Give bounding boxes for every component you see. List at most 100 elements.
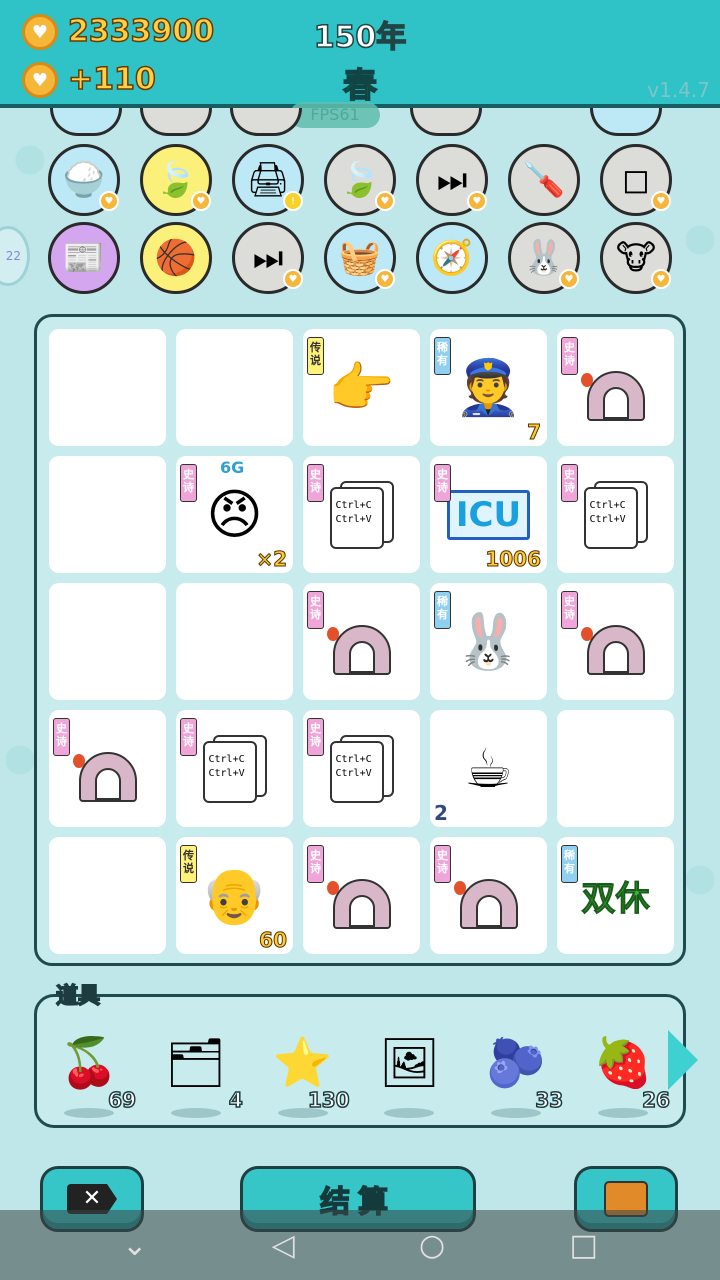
income-coin-icon: ♥ xyxy=(22,62,58,98)
rarity-tag: 稀有 xyxy=(434,591,451,629)
board-cell[interactable]: 史诗 6G 😠 ×2 xyxy=(176,456,293,573)
rabbit-icon[interactable]: 🐰 ♥ xyxy=(508,222,580,294)
scroll-right-icon[interactable] xyxy=(668,1030,698,1090)
fruit-basket-icon[interactable]: 🧺 ♥ xyxy=(324,222,396,294)
tent-icon xyxy=(580,353,651,423)
rarity-tag: 稀有 xyxy=(434,337,451,375)
printer-icon[interactable]: 🖨! xyxy=(232,144,304,216)
rarity-tag: 史诗 xyxy=(561,464,578,502)
rarity-tag: 传说 xyxy=(180,845,197,883)
board-cell[interactable] xyxy=(49,583,166,700)
board-cell[interactable]: 史诗 Ctrl+C Ctrl+V xyxy=(176,710,293,827)
item-star[interactable]: ⭐ 130 xyxy=(260,1020,350,1118)
heart-icon: ♥ xyxy=(375,269,395,289)
leaf-icon[interactable]: 🍃 ♥ xyxy=(140,144,212,216)
board-cell[interactable]: 史诗 xyxy=(430,837,547,954)
sugar-cubes-icon[interactable]: ◻ ♥ xyxy=(600,144,672,216)
rarity-tag: 史诗 xyxy=(434,464,451,502)
item-count: 60 xyxy=(259,928,288,953)
basketballs-icon[interactable]: 🏀 xyxy=(140,222,212,294)
item-rare-cards[interactable]: 🗂 4 xyxy=(153,1020,244,1118)
board-cell[interactable]: 史诗 Ctrl+C Ctrl+V xyxy=(303,456,420,573)
police-face-icon: 👮 xyxy=(454,355,523,419)
leaf-icon[interactable]: 🍃 ♥ xyxy=(324,144,396,216)
season-label: 春 xyxy=(342,65,378,107)
rarity-tag: 史诗 xyxy=(53,718,70,756)
board-cell[interactable]: 史诗 xyxy=(303,837,420,954)
board-cell[interactable] xyxy=(49,837,166,954)
top-bar: ♥ 2333900 ♥ +110 150年 春 v1.4.7 xyxy=(0,0,720,108)
ctrl-cv-icon: Ctrl+C Ctrl+V xyxy=(583,480,648,549)
item-count: 33 xyxy=(535,1087,564,1113)
board-cell[interactable] xyxy=(49,456,166,573)
coin-total: 2333900 xyxy=(67,13,215,50)
item-count: 7 xyxy=(527,420,542,445)
rarity-tag: 史诗 xyxy=(561,337,578,375)
screwdriver-icon[interactable]: 🪛 xyxy=(508,144,580,216)
item-count: 2 xyxy=(434,801,448,825)
item-strawberry[interactable]: 🍓 26 xyxy=(580,1020,671,1118)
rice-bowl-icon[interactable]: 🍚 ♥ xyxy=(48,144,120,216)
item-count: ×2 xyxy=(256,547,288,572)
recents-icon[interactable]: □ xyxy=(569,1228,597,1263)
system-nav-bar: ⌄ ◁ ○ □ xyxy=(0,1210,720,1280)
board-cell[interactable]: 传说 👴 60 xyxy=(176,837,293,954)
board-cell[interactable]: 稀有 双休 xyxy=(557,837,674,954)
cows-icon[interactable]: 🐮 ♥ xyxy=(600,222,672,294)
ctrl-cv-icon: Ctrl+C Ctrl+V xyxy=(202,734,267,803)
blueberry-icon: 🫐 xyxy=(486,1034,547,1091)
board-cell[interactable]: 史诗 xyxy=(49,710,166,827)
board-cell[interactable] xyxy=(176,329,293,446)
back-icon[interactable]: ◁ xyxy=(272,1228,295,1263)
item-blueberry[interactable]: 🫐 33 xyxy=(473,1020,564,1118)
skip-forward-icon[interactable]: ⏭ ♥ xyxy=(416,144,488,216)
item-count: 1006 xyxy=(485,547,542,572)
lychee-icon: 🍒 xyxy=(59,1034,119,1091)
rarity-tag: 史诗 xyxy=(180,718,197,756)
board-cell[interactable]: 史诗 xyxy=(303,583,420,700)
board-cell[interactable]: 史诗 Ctrl+C Ctrl+V xyxy=(557,456,674,573)
chevron-down-icon[interactable]: ⌄ xyxy=(122,1228,147,1263)
item-top-label: 6G xyxy=(220,458,245,477)
time-magazine-icon[interactable]: 📰 xyxy=(48,222,120,294)
board-cell[interactable] xyxy=(49,329,166,446)
icon-row-1: 🍚 ♥ 🍃 ♥ 🖨! 🍃 ♥ ⏭ ♥ 🪛 ◻ ♥ xyxy=(48,144,678,216)
heart-icon: ♥ xyxy=(283,269,303,289)
board-cell[interactable]: 稀有 👮 7 xyxy=(430,329,547,446)
rarity-tag: 稀有 xyxy=(561,845,578,883)
cards-icon: 🗂 xyxy=(165,1034,227,1091)
home-icon[interactable]: ○ xyxy=(419,1228,445,1263)
board-cell[interactable] xyxy=(176,583,293,700)
board-cell[interactable]: 传说 👉 xyxy=(303,329,420,446)
rarity-tag: 史诗 xyxy=(180,464,197,502)
old-man-icon: 👴 xyxy=(200,863,269,927)
skip-forward-icon[interactable]: ⏭ ♥ xyxy=(232,222,304,294)
tent-icon xyxy=(453,861,524,931)
board-cell[interactable]: 史诗 ICU 1006 xyxy=(430,456,547,573)
rarity-tag: 史诗 xyxy=(307,464,324,502)
board-grid: 传说 👉 稀有 👮 7 史诗 史诗 6G 😠 ×2 史诗 Ctrl+C Ctrl+… xyxy=(34,314,686,966)
board-cell[interactable]: 史诗 xyxy=(557,329,674,446)
rarity-tag: 史诗 xyxy=(561,591,578,629)
compass-icon[interactable]: 🧭 xyxy=(416,222,488,294)
item-watermelon-frame[interactable]: 🖼 xyxy=(366,1020,452,1118)
rarity-tag: 史诗 xyxy=(307,718,324,756)
board-cell[interactable]: ☕ 2 xyxy=(430,710,547,827)
item-list: 🍒 69 🗂 4 ⭐ 130 🖼 🫐 33 🍓 26 xyxy=(46,1020,671,1118)
grumpy-man-icon: 😠 xyxy=(206,482,263,546)
heart-icon: ♥ xyxy=(191,191,211,211)
board-cell[interactable]: 稀有 🐰 xyxy=(430,583,547,700)
star-icon: ⭐ xyxy=(272,1034,333,1091)
heart-icon: ♥ xyxy=(559,269,579,289)
board-cell[interactable]: 史诗 xyxy=(557,583,674,700)
board-cell[interactable] xyxy=(557,710,674,827)
pointing-hand-icon: 👉 xyxy=(327,355,396,419)
items-label: 道具 xyxy=(55,983,101,1010)
tent-icon xyxy=(580,607,651,677)
board-cell[interactable]: 史诗 Ctrl+C Ctrl+V xyxy=(303,710,420,827)
ctrl-cv-icon: Ctrl+C Ctrl+V xyxy=(329,480,394,549)
watermelon-frame-icon: 🖼 xyxy=(378,1034,440,1091)
heart-icon: ♥ xyxy=(99,191,119,211)
item-lychee[interactable]: 🍒 69 xyxy=(46,1020,137,1118)
rarity-tag: 史诗 xyxy=(307,845,324,883)
